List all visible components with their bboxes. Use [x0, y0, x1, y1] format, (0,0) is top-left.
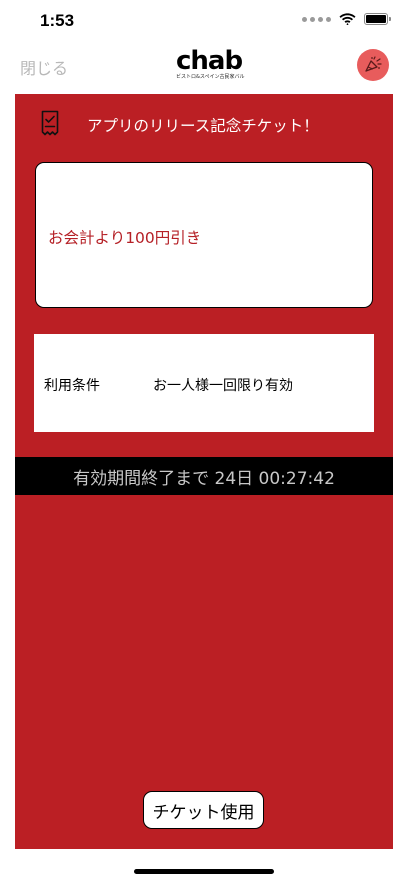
ticket-panel: アプリのリリース記念チケット！ お会計より100円引き 利用条件 お一人様一回限… [15, 94, 393, 849]
battery-icon [364, 13, 391, 25]
logo-text: chab [176, 46, 243, 76]
app-logo: chab ビストロ&スペイン古民家バル [176, 46, 245, 81]
ticket-title: アプリのリリース記念チケット！ [87, 117, 319, 135]
conditions-label: 利用条件 [44, 378, 100, 394]
conditions-box: 利用条件 お一人様一回限り有効 [34, 334, 374, 432]
status-time: 1:53 [40, 11, 75, 30]
receipt-icon [41, 110, 59, 140]
discount-text: お会計より100円引き [48, 229, 202, 247]
expiry-bar: 有効期間終了まで 24日 00:27:42 [15, 457, 393, 495]
close-button[interactable]: 閉じる [20, 55, 68, 79]
nav-bar: 閉じる chab ビストロ&スペイン古民家バル [0, 44, 408, 94]
discount-card: お会計より100円引き [35, 162, 373, 308]
wifi-icon [339, 13, 356, 25]
use-ticket-button[interactable]: チケット使用 [143, 791, 264, 829]
expiry-countdown: 有効期間終了まで 24日 00:27:42 [73, 468, 335, 489]
status-bar: 1:53 [0, 0, 408, 44]
avatar[interactable] [357, 49, 389, 81]
ticket-header: アプリのリリース記念チケット！ [15, 108, 393, 140]
status-icons [302, 13, 391, 25]
conditions-value: お一人様一回限り有効 [153, 378, 293, 394]
logo-subtitle: ビストロ&スペイン古民家バル [176, 74, 245, 80]
party-popper-icon [365, 56, 382, 72]
cellular-signal-icon [302, 16, 331, 22]
home-indicator [134, 869, 274, 874]
